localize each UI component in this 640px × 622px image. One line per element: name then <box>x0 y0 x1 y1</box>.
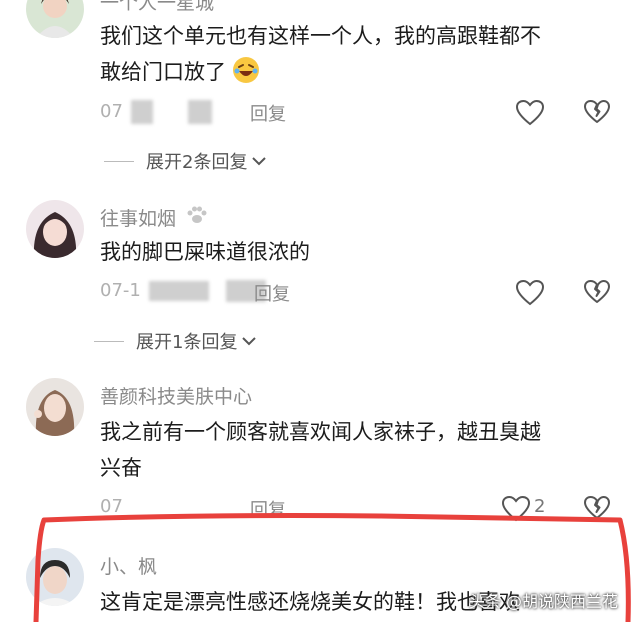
divider-line <box>104 160 134 162</box>
reply-button[interactable]: 回复 <box>250 100 286 126</box>
comment-date: 07 <box>100 496 123 517</box>
reply-button[interactable]: 回复 <box>254 280 290 306</box>
like-count: 2 <box>534 496 546 517</box>
paw-icon <box>186 205 208 229</box>
reply-button[interactable]: 回复 <box>250 496 286 522</box>
avatar[interactable] <box>26 0 84 38</box>
divider-line <box>94 340 124 342</box>
heart-outline-icon[interactable] <box>515 279 545 310</box>
avatar[interactable] <box>26 200 84 258</box>
expand-replies-label: 展开1条回复 <box>136 332 238 353</box>
heart-outline-icon[interactable] <box>501 495 531 526</box>
watermark: 头条 @胡说陕西兰花 <box>468 592 618 611</box>
heart-outline-icon[interactable] <box>515 99 545 130</box>
redaction <box>148 281 209 301</box>
comment-text: 我之前有一个顾客就喜欢闻人家袜子，越丑臭越 兴奋 <box>100 414 620 486</box>
comment-text-line: 我们这个单元也有这样一个人，我的高跟鞋都不 <box>100 24 541 48</box>
redaction <box>188 100 213 124</box>
comment-text-line: 敢给门口放了 <box>100 60 226 84</box>
avatar[interactable] <box>26 548 84 606</box>
comment-meta: 07 <box>100 496 123 517</box>
comment-username[interactable]: 往事如烟 <box>100 204 176 231</box>
broken-heart-icon[interactable] <box>584 496 610 524</box>
expand-replies-button[interactable]: 展开2条回复 <box>104 148 267 174</box>
comment-meta: 07 <box>100 100 213 124</box>
comment-username[interactable]: 小、枫 <box>100 552 157 579</box>
broken-heart-icon[interactable] <box>584 280 610 308</box>
comment-text-line: 兴奋 <box>100 456 142 480</box>
comment-username[interactable]: 一个人一星城 <box>100 0 214 15</box>
chevron-down-icon <box>242 337 257 346</box>
comment-username[interactable]: 善颜科技美肤中心 <box>100 382 252 409</box>
expand-replies-label: 展开2条回复 <box>146 152 248 173</box>
broken-heart-icon[interactable] <box>584 100 610 128</box>
comment-meta: 07-1 <box>100 280 267 302</box>
expand-replies-button[interactable]: 展开1条回复 <box>94 328 257 354</box>
redaction <box>130 100 153 124</box>
comment-text-line: 我的脚巴屎味道很浓的 <box>100 240 310 264</box>
laughing-emoji-icon <box>232 57 259 83</box>
comment-date: 07-1 <box>100 280 141 301</box>
avatar[interactable] <box>26 378 84 436</box>
comment-date: 07 <box>100 101 123 122</box>
comment-text: 我们这个单元也有这样一个人，我的高跟鞋都不 敢给门口放了 <box>100 18 620 90</box>
red-annotation-outline <box>33 513 631 622</box>
comment-text-line: 我之前有一个顾客就喜欢闻人家袜子，越丑臭越 <box>100 420 541 444</box>
comment-text: 我的脚巴屎味道很浓的 <box>100 234 620 270</box>
chevron-down-icon <box>252 157 267 166</box>
